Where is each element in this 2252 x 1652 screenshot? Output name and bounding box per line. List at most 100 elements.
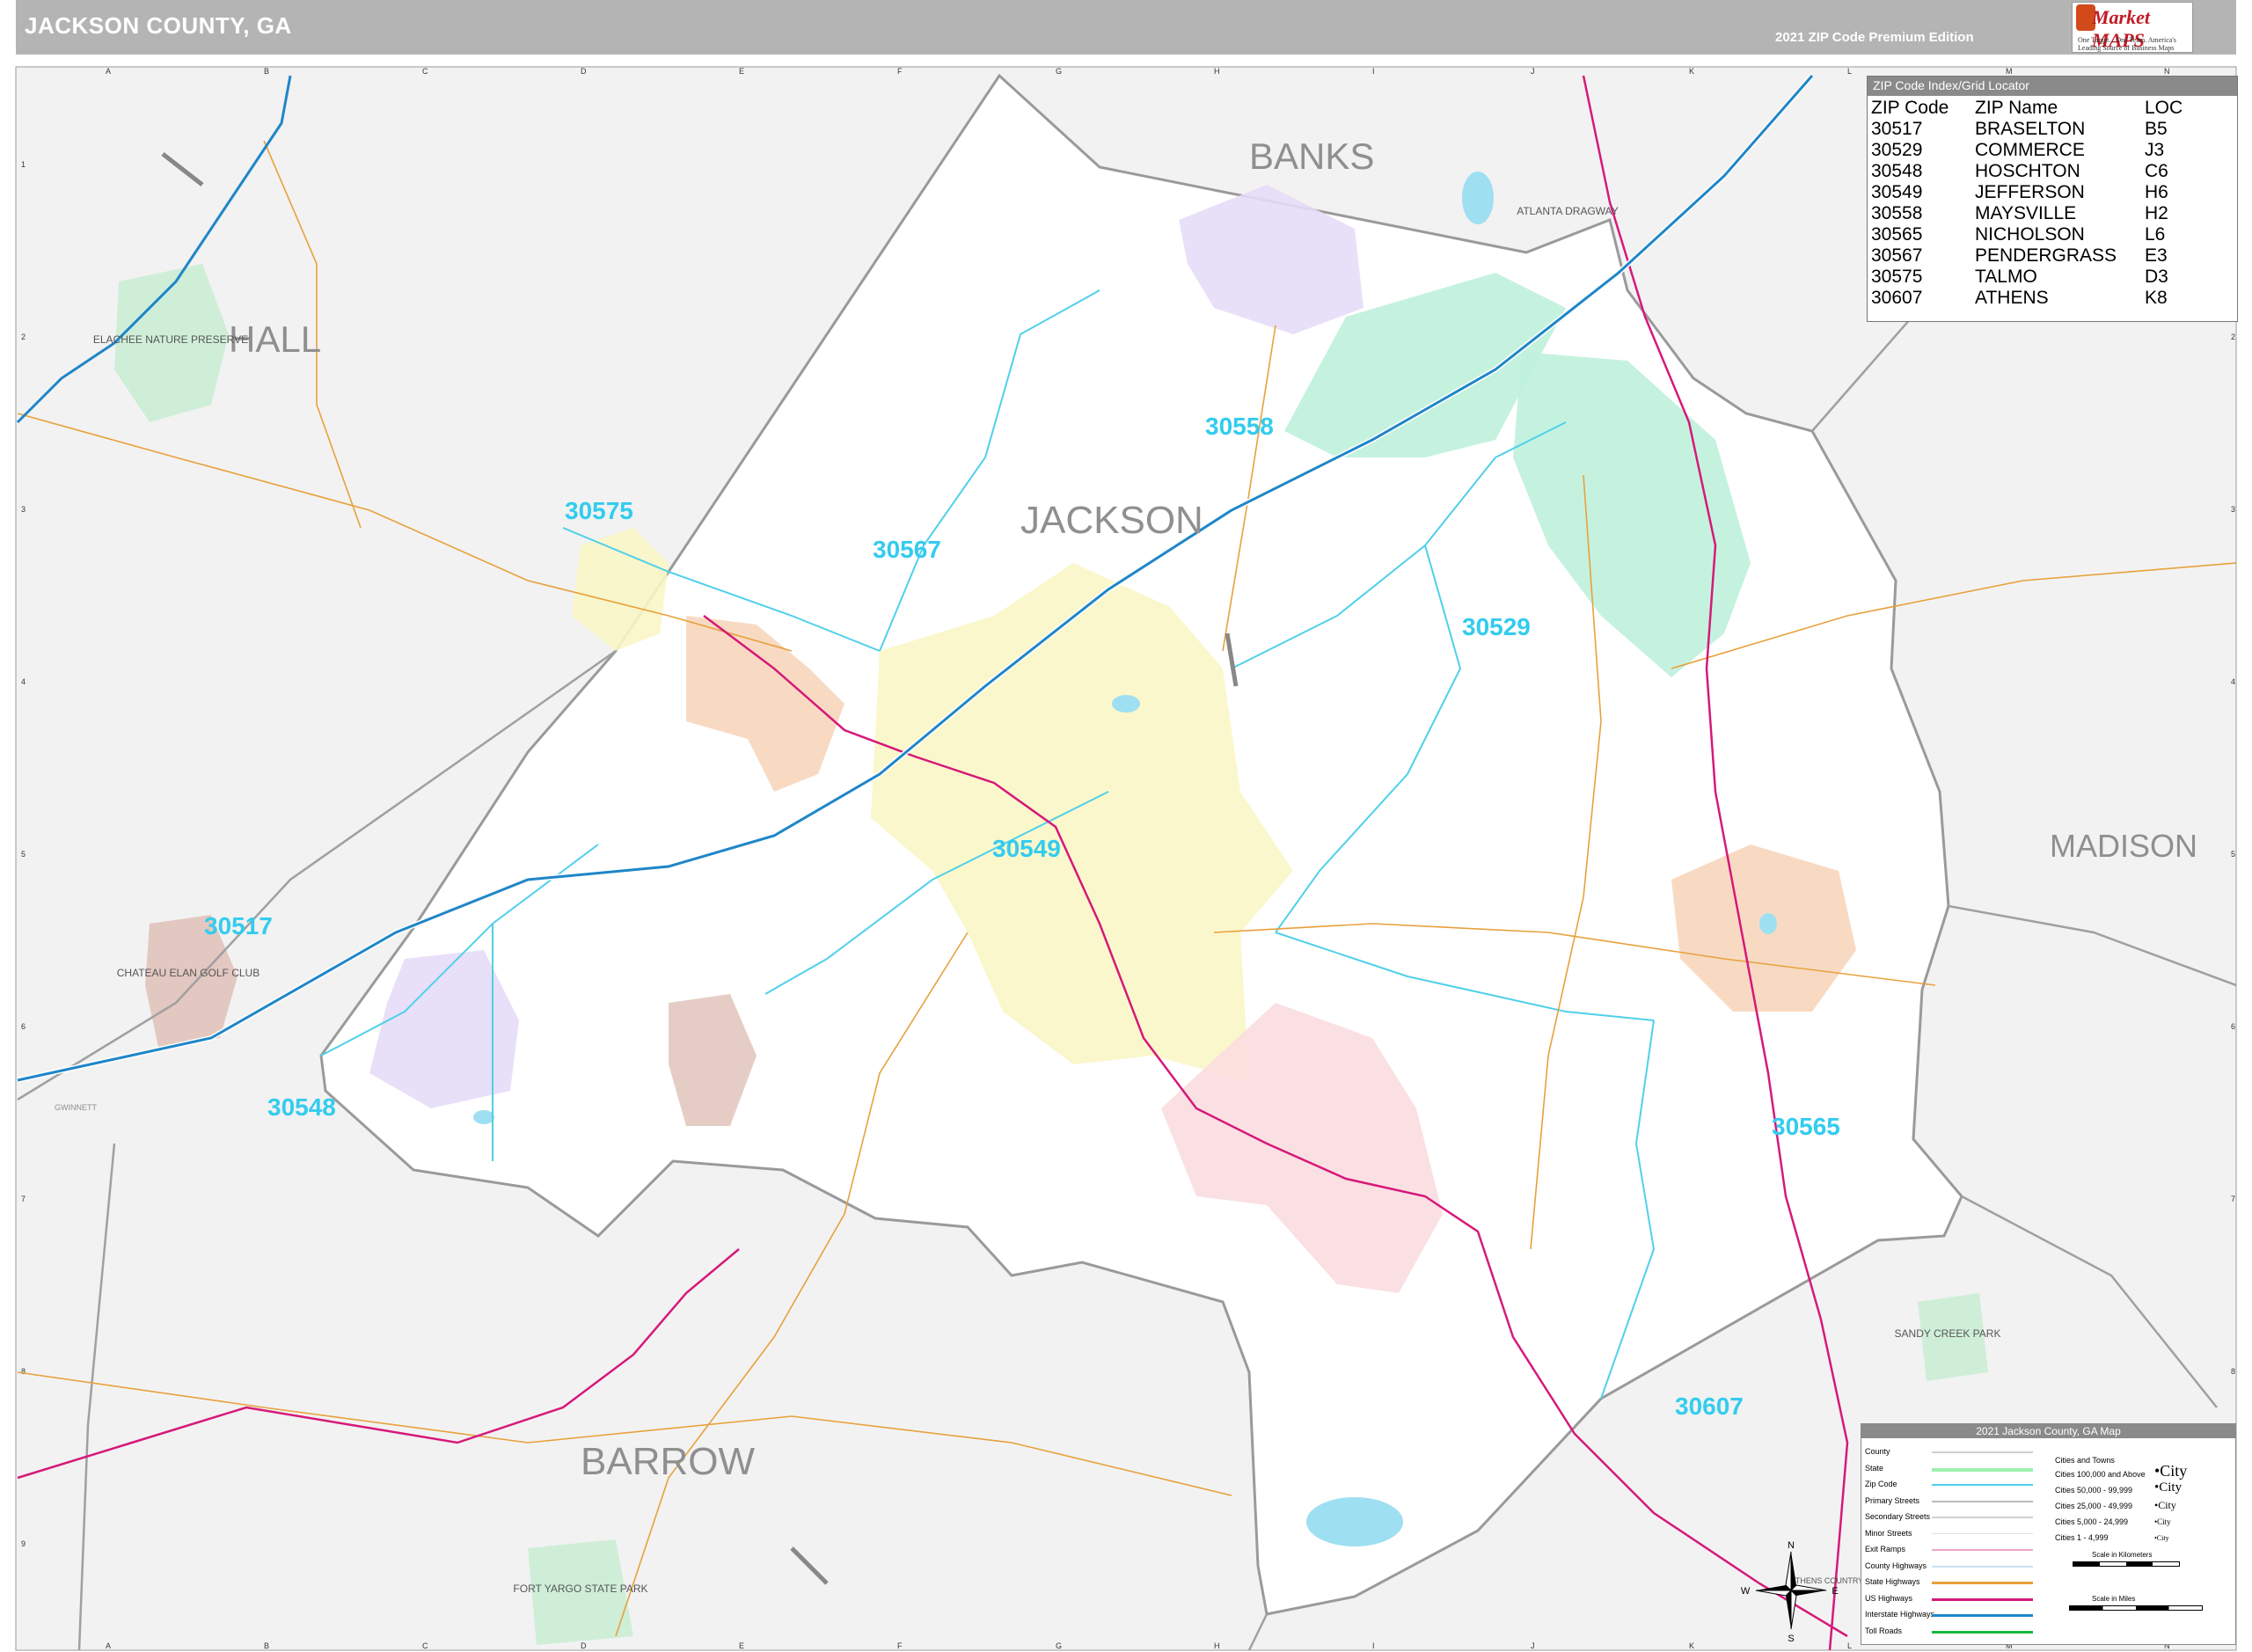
county-label-banks: BANKS	[1249, 135, 1374, 177]
zip-label-30567: 30567	[873, 536, 941, 563]
zip-index-cell: JEFFERSON	[1975, 182, 2085, 202]
zip-index-row: 30529 COMMERCE J3	[1871, 140, 2183, 161]
grid-col-label: C	[422, 1641, 428, 1650]
compass-w: W	[1741, 1586, 1751, 1597]
zip-label-30565: 30565	[1772, 1113, 1840, 1140]
zip-label-30548: 30548	[267, 1093, 336, 1121]
zip-index-cell: E3	[2145, 245, 2168, 266]
grid-col-label: J	[1531, 67, 1535, 76]
zip-index-cell: PENDERGRASS	[1975, 245, 2117, 266]
legend-pop-label: Cities 50,000 - 99,999	[2055, 1486, 2133, 1495]
grid-row-label: 8	[21, 1367, 26, 1376]
grid-row-label: 7	[21, 1195, 26, 1203]
compass-e: E	[1832, 1586, 1838, 1597]
legend-item-label: Secondary Streets	[1865, 1512, 1931, 1521]
grid-row-label: 9	[21, 1539, 26, 1548]
county-label-barrow: BARROW	[581, 1440, 755, 1483]
legend-item-label: Primary Streets	[1865, 1495, 1920, 1505]
legend-item-swatch	[1932, 1549, 2033, 1551]
grid-col-label: I	[1372, 1641, 1375, 1650]
legend-item-swatch	[1932, 1451, 2033, 1453]
zip-index-cell: 30517	[1871, 119, 1923, 139]
legend-item-swatch	[1932, 1467, 2033, 1472]
legend-item-swatch	[1932, 1565, 2033, 1568]
legend-item-swatch	[1932, 1597, 2033, 1601]
zip-index-cell: 30558	[1871, 203, 1923, 223]
zip-index-cell: H2	[2145, 203, 2168, 223]
legend-scale-mi: Scale in Miles	[2092, 1595, 2136, 1603]
compass-s: S	[1788, 1634, 1794, 1644]
zip-index-cell: H6	[2145, 182, 2168, 202]
grid-col-label: G	[1056, 1641, 1062, 1650]
zip-index-cell: 30529	[1871, 140, 1923, 160]
grid-row-label: 4	[2231, 677, 2235, 686]
zip-index-row: 30517 BRASELTON B5	[1871, 119, 2183, 140]
zip-label-30607: 30607	[1675, 1393, 1744, 1420]
legend-scale-bar-km	[2073, 1561, 2180, 1567]
zip-index-header-row: ZIP Code ZIP Name LOC	[1871, 98, 2183, 119]
zip-index-cell: L6	[2145, 224, 2166, 245]
legend-item-swatch	[1932, 1630, 2033, 1634]
grid-col-label: C	[422, 67, 428, 76]
zip-index-cell: ATHENS	[1975, 288, 2049, 308]
zip-index-cell: 30549	[1871, 182, 1923, 202]
legend-item-label: County Highways	[1865, 1561, 1927, 1570]
grid-col-label: I	[1372, 67, 1375, 76]
grid-col-label: D	[581, 1641, 587, 1650]
legend-item-label: US Highways	[1865, 1593, 1913, 1603]
grid-col-label: A	[106, 67, 111, 76]
legend-cities-header: Cities and Towns	[2055, 1456, 2115, 1465]
zip-index-cell: C6	[2145, 161, 2168, 181]
county-label-gwinnett: GWINNETT	[55, 1103, 97, 1112]
county-label-madison: MADISON	[2050, 828, 2197, 864]
legend-item-label: State Highways	[1865, 1577, 1920, 1586]
zip-index-col-loc: LOC	[2145, 98, 2183, 118]
legend-pop-label: Cities 1 - 4,999	[2055, 1533, 2109, 1542]
zip-index-cell: K8	[2145, 288, 2168, 308]
grid-col-label: K	[1689, 67, 1694, 76]
zip-index-cell: J3	[2145, 140, 2165, 160]
grid-col-label: M	[2006, 67, 2013, 76]
zip-label-30558: 30558	[1205, 413, 1274, 440]
legend-item-swatch	[1932, 1532, 2033, 1534]
zip-index-cell: 30607	[1871, 288, 1923, 308]
zip-index-cell: HOSCHTON	[1975, 161, 2080, 181]
legend-scale-km: Scale in Kilometers	[2092, 1551, 2153, 1559]
legend-item-label: County	[1865, 1447, 1890, 1456]
legend-item-label: Toll Roads	[1865, 1626, 1903, 1635]
grid-col-label: J	[1531, 1641, 1535, 1650]
legend-item-label: Zip Code	[1865, 1480, 1897, 1488]
legend-item-swatch	[1932, 1517, 2033, 1518]
zip-index-cell: B5	[2145, 119, 2168, 139]
legend-city-sample: •City	[2154, 1480, 2183, 1495]
zip-index-cell: 30575	[1871, 267, 1923, 287]
zip-index-col-zip: ZIP Code	[1871, 98, 1949, 118]
legend-city-sample: •City	[2154, 1534, 2169, 1542]
zip-code-index: ZIP Code Index/Grid Locator ZIP Code ZIP…	[1867, 76, 2238, 322]
zip-index-row: 30558 MAYSVILLE H2	[1871, 203, 2183, 224]
grid-row-label: 3	[2231, 505, 2235, 514]
legend-item-label: Minor Streets	[1865, 1528, 1912, 1538]
zip-index-row: 30548 HOSCHTON C6	[1871, 161, 2183, 182]
place-label-chateau-elan: CHATEAU ELAN GOLF CLUB	[117, 967, 260, 979]
legend-pop-label: Cities 25,000 - 49,999	[2055, 1502, 2133, 1510]
grid-row-label: 4	[21, 677, 26, 686]
zip-index-title: ZIP Code Index/Grid Locator	[1868, 77, 2237, 96]
legend-item-swatch	[1932, 1500, 2033, 1502]
grid-col-label: L	[1847, 1641, 1852, 1650]
zip-index-row: 30549 JEFFERSON H6	[1871, 182, 2183, 203]
zip-index-col-name: ZIP Name	[1975, 98, 2058, 118]
zip-label-30517: 30517	[204, 912, 273, 939]
grid-col-label: A	[106, 1641, 111, 1650]
zip-index-cell: D3	[2145, 267, 2168, 287]
grid-col-label: B	[264, 1641, 269, 1650]
grid-col-label: G	[1056, 67, 1062, 76]
grid-row-label: 7	[2231, 1195, 2235, 1203]
grid-col-label: F	[897, 1641, 903, 1650]
zip-index-row: 30575 TALMO D3	[1871, 267, 2183, 288]
legend-city-sample: •City	[2154, 1499, 2176, 1511]
grid-col-label: H	[1214, 67, 1220, 76]
grid-col-label: E	[739, 67, 744, 76]
grid-row-label: 8	[2231, 1367, 2235, 1376]
grid-row-label: 2	[21, 333, 26, 341]
